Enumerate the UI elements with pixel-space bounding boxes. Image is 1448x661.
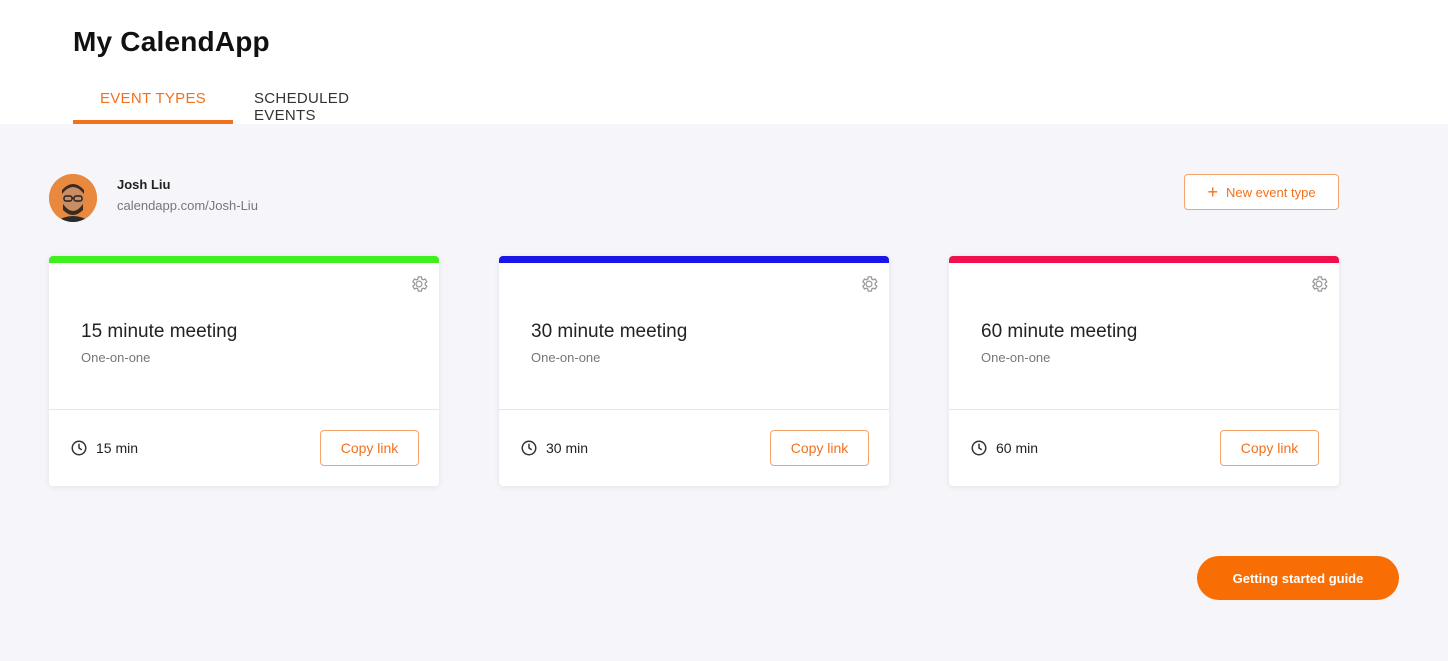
user-name: Josh Liu [117,177,171,192]
event-subtitle: One-on-one [531,350,601,365]
plus-icon: + [1207,182,1218,202]
event-subtitle: One-on-one [981,350,1051,365]
event-subtitle: One-on-one [81,350,151,365]
event-title: 30 minute meeting [531,321,688,342]
event-duration: 60 min [996,440,1039,456]
event-card-15: 15 minute meeting One-on-one 15 min Copy… [49,256,439,486]
event-color-bar [949,256,1339,263]
tab-event-types[interactable]: EVENT TYPES [73,90,233,124]
gear-icon[interactable] [409,274,429,294]
event-card-60: 60 minute meeting One-on-one 60 min Copy… [949,256,1339,486]
event-duration: 30 min [546,440,589,456]
copy-link-button[interactable]: Copy link [770,430,869,466]
avatar [49,174,97,222]
gear-icon[interactable] [1309,274,1329,294]
copy-link-button[interactable]: Copy link [1220,430,1319,466]
clock-icon [971,440,987,456]
user-url[interactable]: calendapp.com/Josh-Liu [117,198,258,213]
event-title: 15 minute meeting [81,321,238,342]
getting-started-guide-button[interactable]: Getting started guide [1197,556,1399,600]
card-divider [49,409,439,410]
new-event-type-button[interactable]: + New event type [1184,174,1339,210]
event-title: 60 minute meeting [981,321,1138,342]
tab-scheduled-events[interactable]: SCHEDULED EVENTS [254,90,414,124]
event-duration: 15 min [96,440,139,456]
card-divider [949,409,1339,410]
gear-icon[interactable] [859,274,879,294]
event-card-30: 30 minute meeting One-on-one 30 min Copy… [499,256,889,486]
top-header: My CalendApp EVENT TYPES SCHEDULED EVENT… [0,0,1448,124]
app-title: My CalendApp [73,26,270,57]
card-divider [499,409,889,410]
event-color-bar [49,256,439,263]
copy-link-button[interactable]: Copy link [320,430,419,466]
clock-icon [71,440,87,456]
new-event-type-label: New event type [1225,184,1316,200]
event-color-bar [499,256,889,263]
clock-icon [521,440,537,456]
